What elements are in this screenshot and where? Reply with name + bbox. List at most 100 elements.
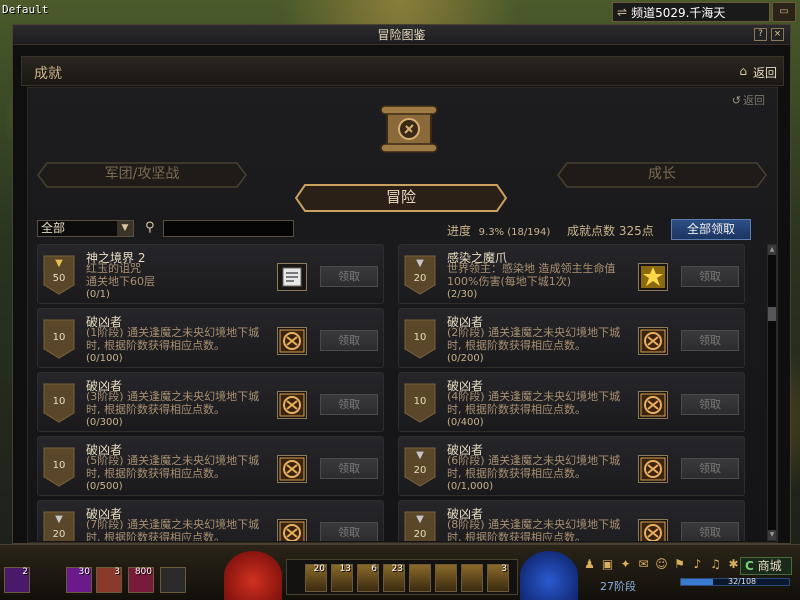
inventory-icon[interactable]: ▣ [600, 557, 615, 573]
window-titlebar[interactable]: 冒险图鉴 ? × [13, 25, 790, 45]
channel-icon: ⇌ [617, 5, 628, 19]
points-badge: ▼ 50 [43, 255, 75, 295]
bell-icon[interactable]: ♫ [708, 557, 723, 573]
achievement-desc: (5阶段) 通关逢魔之未央幻境地下城时, 根据阶数获得相应点数。 [86, 454, 260, 480]
exp-fill [681, 579, 714, 585]
claim-button[interactable]: 领取 [320, 522, 378, 541]
section-title: 成就 [34, 66, 62, 82]
points-badge: 10 [43, 319, 75, 359]
hp-orb [224, 551, 282, 600]
points-badge: ▼ 20 [404, 511, 436, 541]
guild-icon[interactable]: ⚑ [672, 557, 687, 573]
emblem-icon[interactable] [277, 327, 307, 355]
channel-indicator[interactable]: ⇌ 频道5029.千海天 [612, 2, 770, 22]
skill-slot[interactable]: 3 [487, 564, 509, 592]
shop-button[interactable]: C 商城 [740, 557, 792, 575]
achievement-desc: (3阶段) 通关逢魔之未央幻境地下城时, 根据阶数获得相应点数。 [86, 390, 260, 416]
party-icon[interactable]: ☺ [654, 557, 669, 573]
channel-switch-button[interactable]: ▭ [772, 2, 796, 22]
consumable-slot-1[interactable]: 2 [4, 567, 30, 593]
scroll-down-icon[interactable]: ▼ [768, 530, 776, 540]
scroll-icon[interactable] [277, 263, 307, 291]
points-value: 10 [413, 396, 427, 407]
emblem-icon[interactable] [638, 327, 668, 355]
progress-prefix: 进度 [447, 224, 472, 238]
consumable-slot-4[interactable]: 800 [128, 567, 154, 593]
points-value: 20 [413, 273, 427, 284]
tab-growth[interactable]: 成长 [557, 162, 767, 188]
claim-all-button[interactable]: 全部领取 [671, 219, 751, 240]
search-input[interactable] [163, 220, 294, 237]
filter-bar: 全部 ▼ ⚲ 进度 9.3% (18/194) 成就点数 325点 全部领取 [37, 219, 767, 240]
claim-button[interactable]: 领取 [320, 394, 378, 415]
channel-name: 频道5029.千海天 [631, 5, 726, 20]
sub-back-button[interactable]: ↺ 返回 [732, 92, 765, 108]
claim-button[interactable]: 领取 [320, 458, 378, 479]
settings-icon[interactable]: ✱ [726, 557, 741, 573]
skill-slot[interactable]: 23 [383, 564, 405, 592]
emblem-icon[interactable] [638, 455, 668, 483]
list-scrollbar[interactable]: ▲ ▼ [767, 244, 777, 541]
emblem-icon[interactable] [277, 455, 307, 483]
emblem-icon[interactable] [277, 391, 307, 419]
scroll-up-icon[interactable]: ▲ [768, 245, 776, 255]
progress-label: 进度 9.3% (18/194) [447, 222, 550, 239]
claim-button[interactable]: 领取 [320, 266, 378, 287]
tab-adventure[interactable]: 冒险 [295, 184, 507, 212]
gold-burst-icon[interactable] [638, 263, 668, 291]
skill-slot[interactable]: 20 [305, 564, 327, 592]
skill-slot[interactable]: 13 [331, 564, 353, 592]
claim-button[interactable]: 领取 [681, 458, 739, 479]
skill-slot[interactable] [409, 564, 431, 592]
consumable-slot-5[interactable] [160, 567, 186, 593]
claim-button[interactable]: 领取 [681, 266, 739, 287]
shop-label: 商城 [757, 559, 782, 573]
exp-text: 32/108 [728, 577, 757, 586]
skill-count: 13 [339, 564, 351, 574]
points-badge: 10 [404, 383, 436, 423]
mp-orb [520, 551, 578, 600]
header-back-button[interactable]: ⌂ 返回 [739, 64, 777, 81]
search-icon[interactable]: ⚲ [145, 220, 155, 235]
points-value: 10 [52, 332, 66, 343]
points-value: 20 [413, 465, 427, 476]
return-arrow-icon: ↺ [731, 94, 741, 107]
skill-slot[interactable] [461, 564, 483, 592]
achievement-desc: (6阶段) 通关逢魔之未央幻境地下城时, 根据阶数获得相应点数。 [447, 454, 621, 480]
emblem-icon[interactable] [638, 519, 668, 541]
claim-button[interactable]: 领取 [681, 330, 739, 351]
achievement-card: 10 破凶者 (4阶段) 通关逢魔之未央幻境地下城时, 根据阶数获得相应点数。 (0/… [398, 372, 745, 432]
claim-button[interactable]: 领取 [681, 522, 739, 541]
character-icon[interactable]: ♟ [582, 557, 597, 573]
emblem-icon[interactable] [277, 519, 307, 541]
chevron-down-icon[interactable]: ▼ [117, 221, 133, 236]
consumable-slot-3[interactable]: 3 [96, 567, 122, 593]
points-badge: ▼ 20 [404, 255, 436, 295]
achievement-progress: (0/400) [447, 417, 484, 428]
points-badge: 10 [404, 319, 436, 359]
skill-slot[interactable]: 6 [357, 564, 379, 592]
scroll-thumb[interactable] [768, 307, 776, 321]
achievement-card: 10 破凶者 (3阶段) 通关逢魔之未央幻境地下城时, 根据阶数获得相应点数。 (0/… [37, 372, 384, 432]
sub-back-label: 返回 [743, 94, 765, 107]
points-badge: 10 [43, 447, 75, 487]
points-badge: ▼ 20 [43, 511, 75, 541]
claim-button[interactable]: 领取 [320, 330, 378, 351]
category-select[interactable]: 全部 ▼ [37, 220, 134, 237]
close-button[interactable]: × [771, 28, 784, 41]
achievement-progress: (2/30) [447, 289, 478, 300]
help-button[interactable]: ? [754, 28, 767, 41]
consumable-slot-2[interactable]: 30 [66, 567, 92, 593]
tab-legion-raid[interactable]: 军团/攻坚战 [37, 162, 247, 188]
skill-slot[interactable] [435, 564, 457, 592]
points-badge: 10 [43, 383, 75, 423]
achievement-desc: (2阶段) 通关逢魔之未央幻境地下城时, 根据阶数获得相应点数。 [447, 326, 621, 352]
skill-icon[interactable]: ✦ [618, 557, 633, 573]
trophy-icon: ▼ [55, 514, 63, 525]
points-value: 20 [52, 529, 66, 540]
notice-icon[interactable]: ♪ [690, 557, 705, 573]
emblem-icon[interactable] [638, 391, 668, 419]
quest-icon[interactable]: ✉ [636, 557, 651, 573]
claim-button[interactable]: 领取 [681, 394, 739, 415]
points-value: 50 [52, 273, 66, 284]
